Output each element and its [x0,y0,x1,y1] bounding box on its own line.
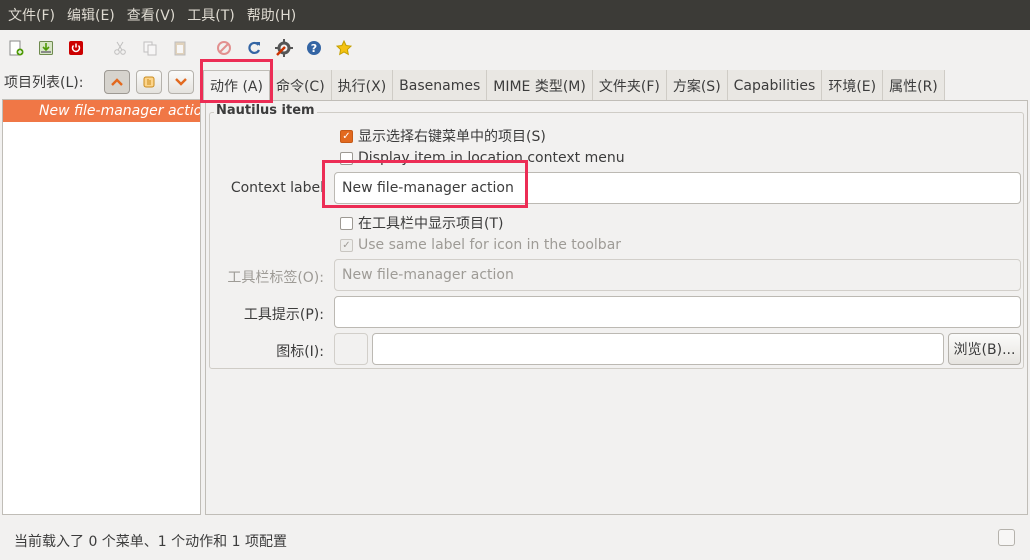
selection-menu-option[interactable]: ✓ 显示选择右键菜单中的项目(S) [340,126,546,146]
hand-icon [143,76,155,88]
svg-text:?: ? [311,42,317,55]
toolbar: ? [0,30,1030,66]
chevron-down-icon [175,78,187,86]
selection-menu-checkbox[interactable]: ✓ [340,129,353,143]
frame-title: Nautilus item [214,103,317,118]
tab-environment[interactable]: 环境(E) [822,70,884,101]
context-label-caption: Context label [230,180,324,196]
tooltip-caption: 工具提示(P): [243,307,324,323]
tab-command[interactable]: 命令(C) [269,70,332,101]
toolbar-checkbox[interactable] [340,216,353,230]
item-list-header: 项目列表(L): [0,68,204,96]
context-label-highlight-box [322,160,528,208]
tab-properties[interactable]: 属性(R) [883,70,945,101]
toolbar-option-label: 在工具栏中显示项目(T) [358,216,504,232]
selection-menu-label: 显示选择右键菜单中的项目(S) [358,129,546,145]
menubar: 文件(F) 编辑(E) 查看(V) 工具(T) 帮助(H) [0,0,1030,30]
tab-folders[interactable]: 文件夹(F) [592,70,667,101]
new-file-icon[interactable] [6,38,26,58]
status-text: 当前载入了 0 个菜单、1 个动作和 1 项配置 [14,534,287,550]
toolbar-label-caption: 工具栏标签(O): [227,270,324,286]
move-down-button[interactable] [168,70,194,94]
preferences-icon[interactable] [274,38,294,58]
tab-schemes[interactable]: 方案(S) [666,70,728,101]
icon-caption: 图标(I): [276,344,324,360]
delete-icon[interactable] [214,38,234,58]
tab-capabilities[interactable]: Capabilities [727,70,823,101]
paste-icon[interactable] [170,38,190,58]
menu-file[interactable]: 文件(F) [2,0,61,30]
about-icon[interactable] [334,38,354,58]
cut-icon[interactable] [110,38,130,58]
quit-icon[interactable] [66,38,86,58]
item-list-label: 项目列表(L): [4,75,84,91]
tab-highlight-box [200,59,273,103]
menu-view[interactable]: 查看(V) [121,0,182,30]
save-icon[interactable] [36,38,56,58]
icon-path-input[interactable] [372,333,944,365]
status-checkbox[interactable] [998,529,1015,546]
icon-preview [334,333,368,365]
help-icon[interactable]: ? [304,38,324,58]
browse-button[interactable]: 浏览(B)... [948,333,1021,365]
chevron-up-icon [111,78,123,86]
toolbar-label-input: New file-manager action [334,259,1021,291]
reload-icon[interactable] [244,38,264,58]
tab-basenames[interactable]: Basenames [393,70,488,101]
tooltip-input[interactable] [334,296,1021,328]
same-label-checkbox: ✓ [340,238,353,252]
toolbar-option[interactable]: 在工具栏中显示项目(T) [340,213,503,233]
move-up-button[interactable] [104,70,130,94]
item-list[interactable]: New file-manager action [2,99,201,515]
list-item[interactable]: New file-manager action [3,100,200,122]
tab-bar: 动作 (A) 命令(C) 执行(X) Basenames MIME 类型(M) … [203,70,945,101]
tab-execution[interactable]: 执行(X) [331,70,394,101]
menu-edit[interactable]: 编辑(E) [61,0,121,30]
same-label-text: Use same label for icon in the toolbar [358,237,622,253]
select-item-button[interactable] [136,70,162,94]
copy-icon[interactable] [140,38,160,58]
menu-help[interactable]: 帮助(H) [241,0,302,30]
menu-tools[interactable]: 工具(T) [181,0,240,30]
tab-mimetypes[interactable]: MIME 类型(M) [487,70,593,101]
same-label-option: ✓ Use same label for icon in the toolbar [340,237,621,253]
